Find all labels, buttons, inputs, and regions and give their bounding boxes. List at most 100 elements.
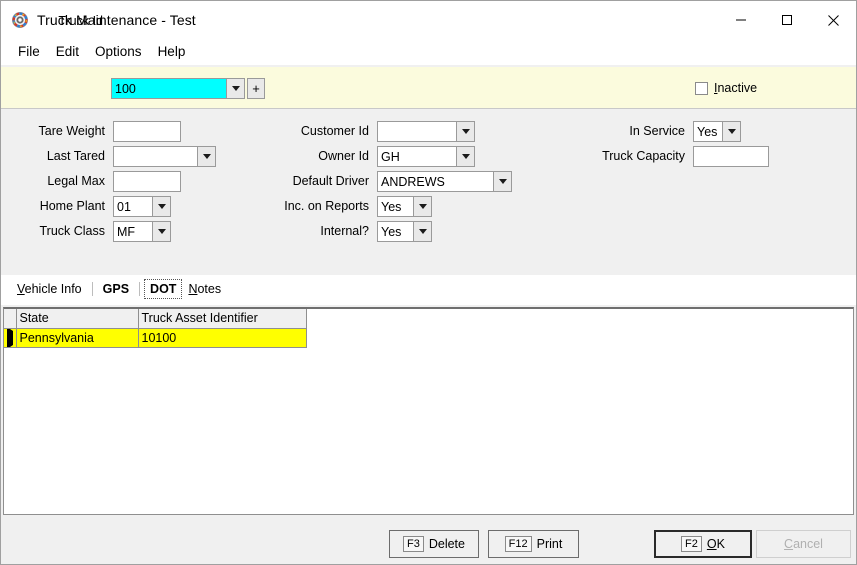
column-header-truck-asset-identifier[interactable]: Truck Asset Identifier (138, 309, 306, 328)
internal-combo[interactable]: Yes (377, 221, 432, 242)
inactive-label: Inactive (714, 81, 757, 95)
home-plant-combo[interactable]: 01 (113, 196, 171, 217)
cell-truck-asset-identifier[interactable]: 10100 (138, 328, 306, 347)
truck-id-label: Truck Id (55, 14, 103, 28)
row-indicator (4, 328, 16, 347)
truck-id-input[interactable]: 100 (111, 78, 226, 99)
chevron-down-icon (462, 129, 470, 134)
menu-help[interactable]: Help (150, 42, 194, 62)
chevron-down-icon (499, 179, 507, 184)
add-truck-button[interactable]: + (247, 78, 265, 99)
footer-button-bar: F3 Delete F12 Print F2 OK Cancel (1, 515, 856, 564)
f2-key-badge: F2 (681, 536, 702, 552)
menu-edit[interactable]: Edit (48, 42, 87, 62)
chevron-down-icon (232, 86, 240, 91)
inc-on-reports-combo[interactable]: Yes (377, 196, 432, 217)
maximize-icon (781, 14, 793, 26)
ok-button[interactable]: F2 OK (654, 530, 752, 558)
customer-id-dropdown-button[interactable] (456, 121, 475, 142)
tare-weight-label: Tare Weight (1, 124, 105, 138)
chevron-down-icon (419, 204, 427, 209)
row-indicator-header (4, 309, 16, 328)
dot-grid: State Truck Asset Identifier Pennsylvani… (4, 309, 307, 348)
tab-vehicle-info-accel: V (17, 282, 25, 296)
in-service-combo[interactable]: Yes (693, 121, 741, 142)
tab-notes[interactable]: Notes (182, 279, 227, 299)
truck-class-label: Truck Class (1, 224, 105, 238)
delete-button-label: Delete (429, 537, 465, 551)
tab-separator (139, 282, 140, 296)
f3-key-badge: F3 (403, 536, 424, 552)
minimize-icon (735, 14, 747, 26)
cancel-accel: C (784, 537, 793, 551)
default-driver-combo[interactable]: ANDREWS (377, 171, 512, 192)
inactive-checkbox-row[interactable]: Inactive (695, 81, 757, 95)
truck-capacity-label: Truck Capacity (561, 149, 685, 163)
truck-id-combo[interactable]: 100 + (111, 78, 265, 99)
delete-button[interactable]: F3 Delete (389, 530, 479, 558)
home-plant-dropdown-button[interactable] (152, 196, 171, 217)
menu-bar: File Edit Options Help (1, 39, 856, 65)
legal-max-input[interactable] (113, 171, 181, 192)
column-header-state[interactable]: State (16, 309, 138, 328)
dot-grid-panel[interactable]: State Truck Asset Identifier Pennsylvani… (3, 307, 854, 515)
owner-id-value[interactable]: GH (377, 146, 456, 167)
cell-state[interactable]: Pennsylvania (16, 328, 138, 347)
minimize-button[interactable] (718, 1, 764, 39)
truck-class-combo[interactable]: MF (113, 221, 171, 242)
home-plant-label: Home Plant (1, 199, 105, 213)
in-service-dropdown-button[interactable] (722, 121, 741, 142)
menu-file[interactable]: File (10, 42, 48, 62)
print-button-label: Print (537, 537, 563, 551)
in-service-value[interactable]: Yes (693, 121, 722, 142)
table-header-row: State Truck Asset Identifier (4, 309, 306, 328)
default-driver-dropdown-button[interactable] (493, 171, 512, 192)
home-plant-value[interactable]: 01 (113, 196, 152, 217)
tab-strip: Vehicle Info GPS DOT Notes (1, 275, 856, 305)
internal-dropdown-button[interactable] (413, 221, 432, 242)
print-button[interactable]: F12 Print (488, 530, 579, 558)
cancel-button-label: Cancel (784, 537, 823, 551)
ok-label-rest: K (717, 537, 725, 551)
chevron-down-icon (203, 154, 211, 159)
owner-id-combo[interactable]: GH (377, 146, 475, 167)
tab-dot[interactable]: DOT (144, 279, 182, 299)
chevron-down-icon (158, 204, 166, 209)
chevron-down-icon (728, 129, 736, 134)
tab-notes-label: otes (197, 282, 221, 296)
truck-id-dropdown-button[interactable] (226, 78, 245, 99)
truck-class-dropdown-button[interactable] (152, 221, 171, 242)
legal-max-label: Legal Max (1, 174, 105, 188)
tare-weight-input[interactable] (113, 121, 181, 142)
internal-value[interactable]: Yes (377, 221, 413, 242)
maximize-button[interactable] (764, 1, 810, 39)
close-button[interactable] (810, 1, 856, 39)
customer-id-label: Customer Id (237, 124, 369, 138)
inactive-checkbox[interactable] (695, 82, 708, 95)
inc-on-reports-dropdown-button[interactable] (413, 196, 432, 217)
inc-on-reports-value[interactable]: Yes (377, 196, 413, 217)
chevron-down-icon (158, 229, 166, 234)
owner-id-label: Owner Id (237, 149, 369, 163)
last-tared-label: Last Tared (1, 149, 105, 163)
tab-gps[interactable]: GPS (97, 279, 135, 299)
truck-class-value[interactable]: MF (113, 221, 152, 242)
gear-icon (12, 12, 28, 28)
tab-separator (92, 282, 93, 296)
customer-id-combo[interactable] (377, 121, 475, 142)
menu-options[interactable]: Options (87, 42, 150, 62)
last-tared-value[interactable] (113, 146, 197, 167)
default-driver-label: Default Driver (237, 174, 369, 188)
ok-button-label: OK (707, 537, 725, 551)
window-controls (718, 1, 856, 39)
ok-accel: O (707, 537, 717, 551)
owner-id-dropdown-button[interactable] (456, 146, 475, 167)
last-tared-dropdown-button[interactable] (197, 146, 216, 167)
last-tared-combo[interactable] (113, 146, 216, 167)
table-row[interactable]: Pennsylvania 10100 (4, 328, 306, 347)
tab-vehicle-info[interactable]: Vehicle Info (11, 279, 88, 299)
truck-maintenance-window: Truck Maintenance - Test File Edit Optio… (0, 0, 857, 565)
truck-capacity-input[interactable] (693, 146, 769, 167)
customer-id-value[interactable] (377, 121, 456, 142)
default-driver-value[interactable]: ANDREWS (377, 171, 493, 192)
